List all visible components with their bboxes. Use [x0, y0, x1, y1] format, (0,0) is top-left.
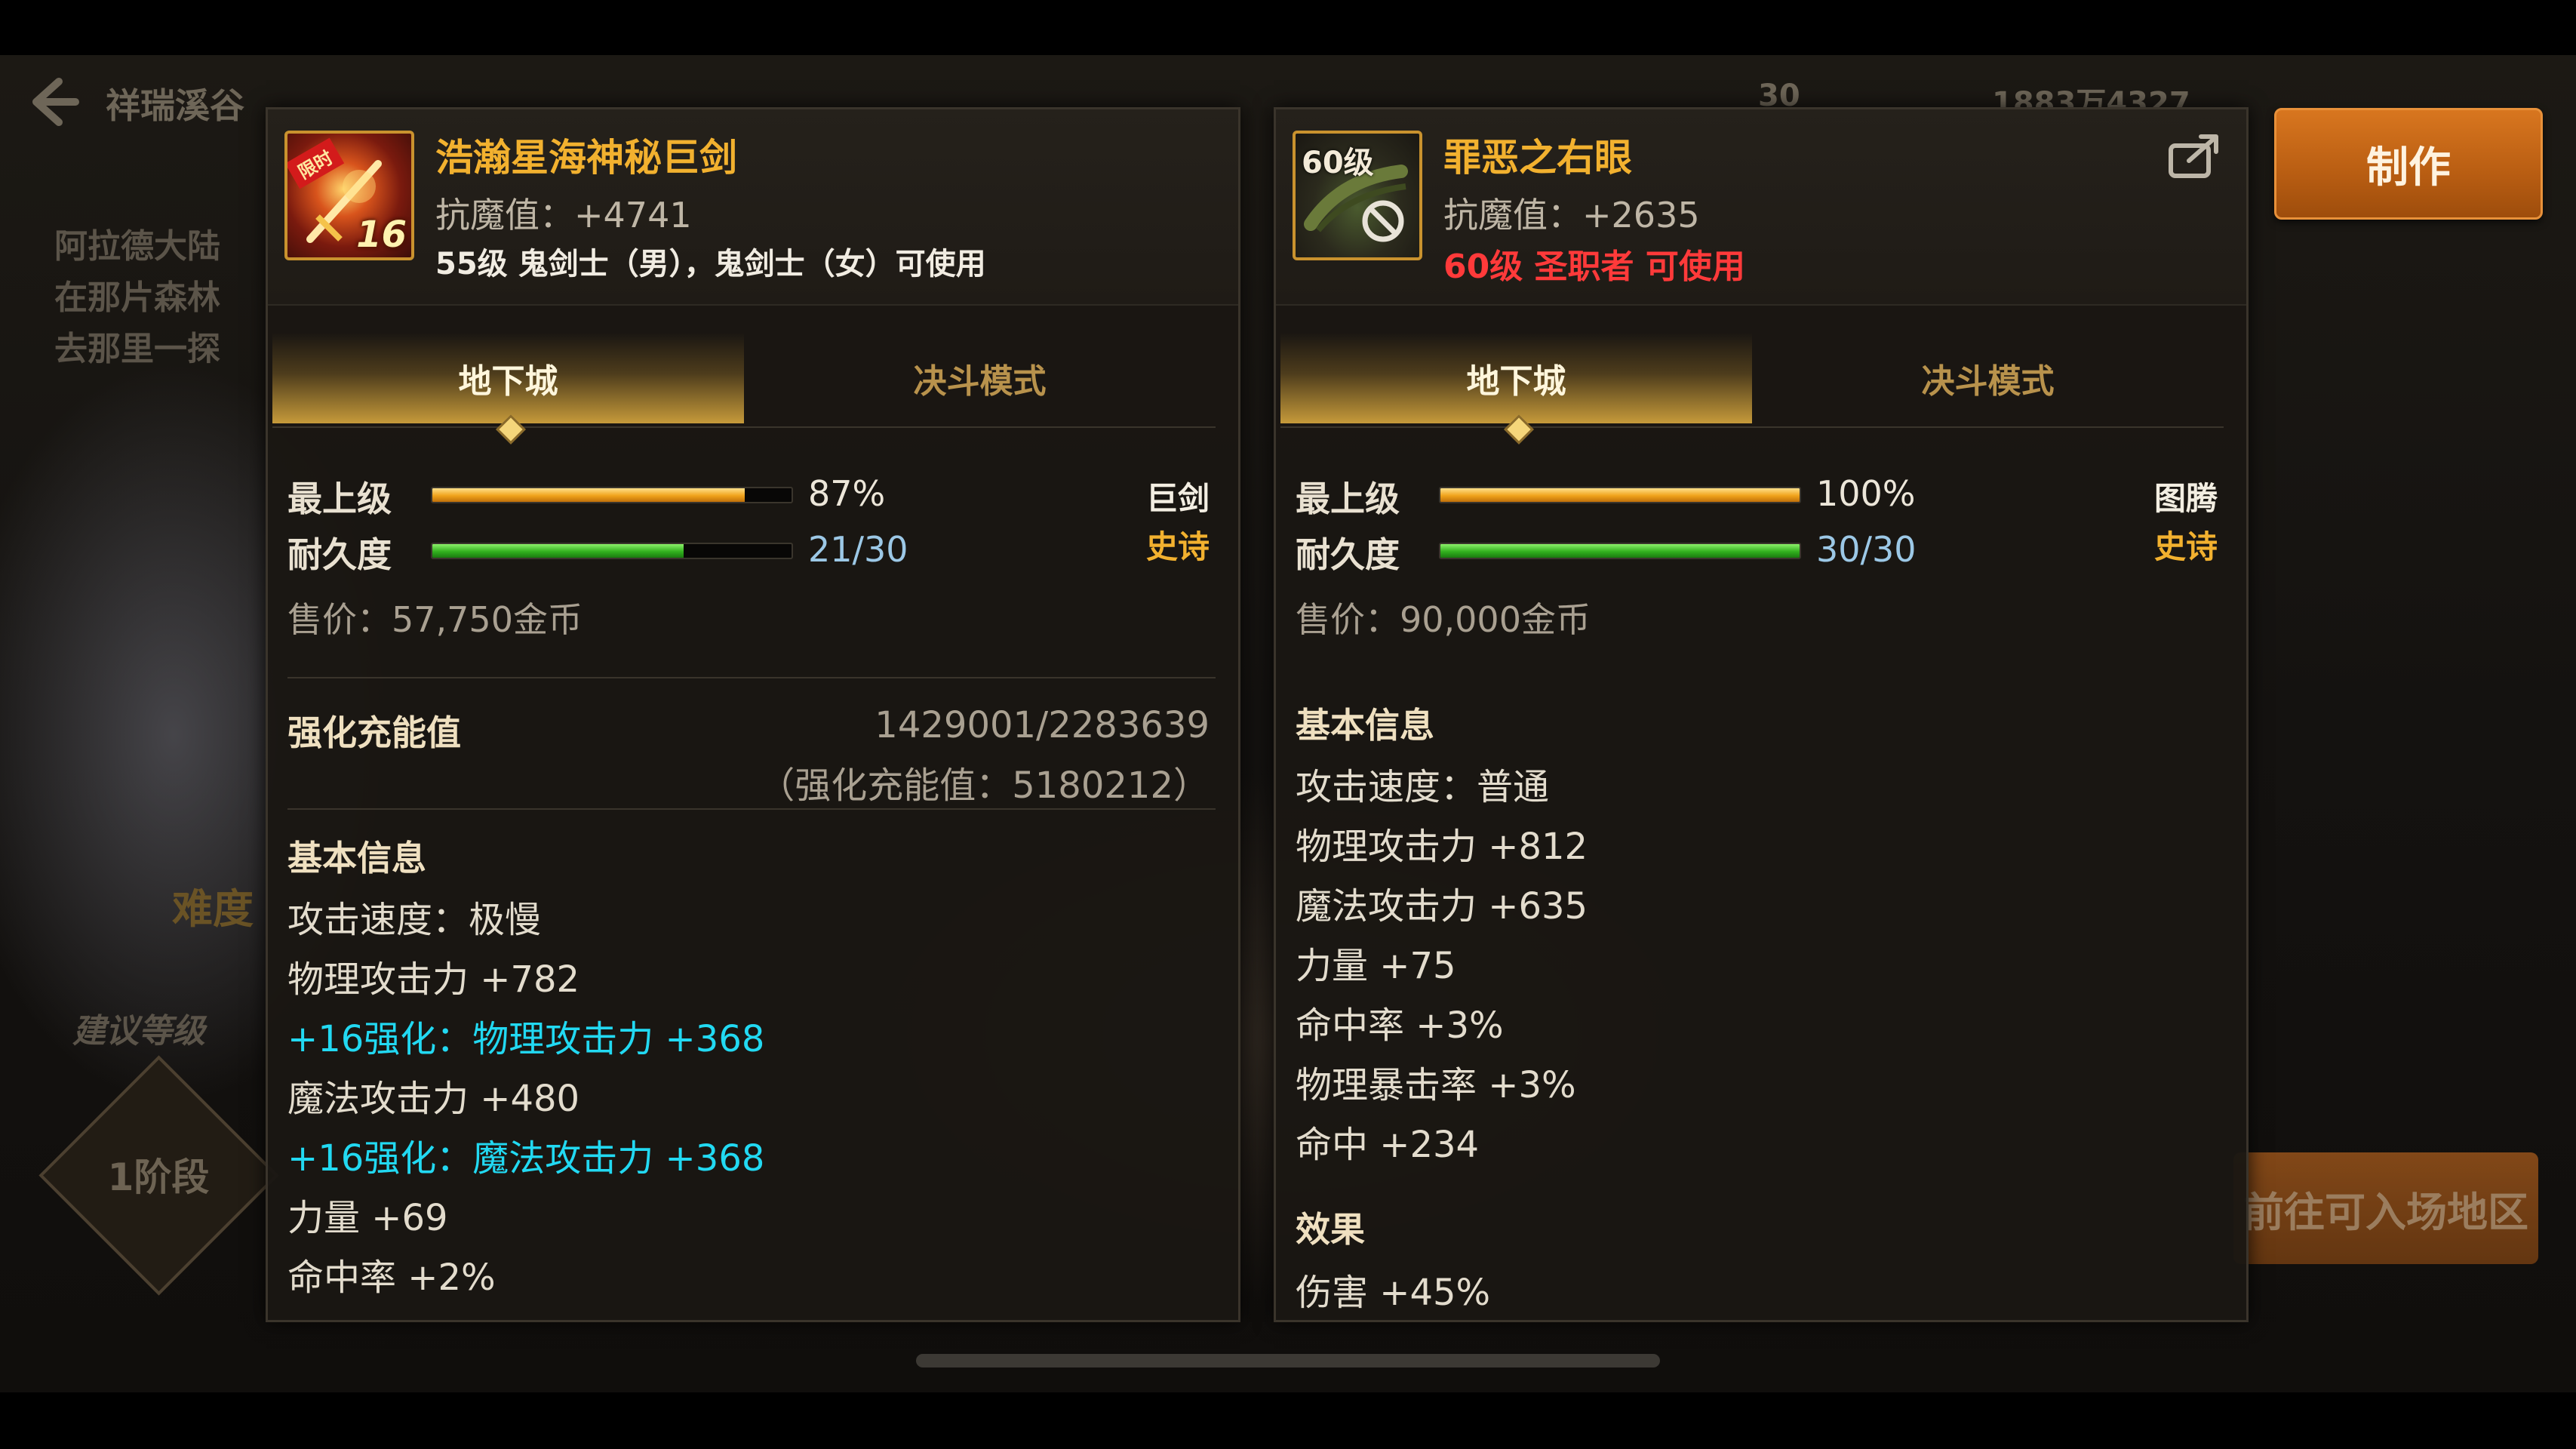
stat-row-grade: 最上级 87%	[287, 472, 891, 519]
item-name: 罪恶之右眼	[1443, 136, 1632, 180]
tab-duel[interactable]: 决斗模式	[1752, 333, 2224, 423]
stat-value: 100%	[1816, 473, 1916, 514]
left-item-tooltip: 限时 16 浩瀚星海神秘巨剑 抗魔值：+4741 55级 鬼剑士（男），鬼剑士（…	[266, 107, 1240, 1322]
item-type: 巨剑	[1145, 480, 1210, 517]
stat-value: 21/30	[808, 529, 908, 570]
forbidden-icon	[1362, 200, 1404, 242]
durability-bar-fill	[432, 544, 684, 558]
share-export-icon[interactable]	[2166, 132, 2222, 180]
goto-area-button[interactable]: 前往可入场地区	[2233, 1152, 2538, 1264]
effect-title: 效果	[1296, 1209, 1365, 1250]
tab-dungeon[interactable]: 地下城	[1280, 333, 1752, 423]
item-type: 图腾	[2153, 480, 2218, 517]
stat-line: 命中率 +3%	[1296, 1004, 1504, 1047]
item-name: 浩瀚星海神秘巨剑	[435, 136, 737, 180]
cursed-eye-item-icon: 60级	[1293, 131, 1422, 260]
stat-line: 力量 +69	[287, 1197, 448, 1239]
right-item-header: 60级 罪恶之右眼 抗魔值：+2635 60级 圣职者 可使用	[1276, 109, 2246, 306]
item-resist: 抗魔值：+4741	[435, 195, 692, 235]
location-title: 祥瑞溪谷	[106, 85, 244, 126]
bg-description-line-2: 在那片森林	[54, 278, 220, 317]
durability-bar	[431, 543, 793, 559]
sword-item-icon: 限时 16	[284, 131, 414, 260]
item-price: 售价：57,750金币	[287, 599, 583, 640]
stat-label: 耐久度	[1296, 534, 1400, 575]
item-resist: 抗魔值：+2635	[1443, 195, 1700, 235]
item-rarity: 史诗	[2153, 528, 2218, 565]
grade-bar	[431, 487, 793, 503]
divider	[287, 808, 1216, 810]
stat-label: 最上级	[287, 478, 392, 519]
back-arrow-icon[interactable]	[24, 74, 80, 130]
grade-bar-fill	[432, 488, 745, 502]
effect-line: 伤害 +45%	[1296, 1272, 1491, 1314]
stat-line: 物理攻击力 +812	[1296, 826, 1588, 868]
stat-row-durability: 耐久度 30/30	[1296, 528, 1917, 575]
reinforce-value: 1429001/2283639	[875, 704, 1210, 746]
tab-dungeon[interactable]: 地下城	[272, 333, 744, 423]
mode-tabs: 地下城 决斗模式	[1280, 333, 2224, 445]
reinforce-stat-line: +16强化：魔法攻击力 +368	[287, 1137, 765, 1180]
basic-info-title: 基本信息	[287, 838, 426, 878]
reinforce-badge: 16	[356, 214, 407, 256]
stat-line: 命中 +234	[1296, 1124, 1480, 1166]
stat-line: 魔法攻击力 +635	[1296, 885, 1588, 928]
stat-value: 30/30	[1816, 529, 1917, 570]
stat-row-grade: 最上级 100%	[1296, 472, 1916, 519]
stat-line: 命中率 +2%	[287, 1257, 496, 1299]
home-indicator-bar[interactable]	[916, 1354, 1660, 1367]
basic-info-title: 基本信息	[1296, 705, 1434, 746]
reinforce-sub: （强化充能值：5180212）	[758, 764, 1210, 807]
durability-bar-fill	[1440, 544, 1800, 558]
item-rarity: 史诗	[1145, 528, 1210, 565]
right-item-tooltip: 60级 罪恶之右眼 抗魔值：+2635 60级 圣职者 可使用 地下城 决斗模式…	[1274, 107, 2249, 1322]
stat-line: 力量 +75	[1296, 945, 1456, 987]
stat-line: 攻击速度：极慢	[287, 899, 542, 941]
stat-value: 87%	[808, 473, 886, 514]
bg-description-line-1: 阿拉德大陆	[54, 227, 220, 266]
bg-description-line-3: 去那里一探	[54, 330, 220, 368]
stage-label: 1阶段	[107, 1155, 210, 1199]
grade-bar	[1439, 487, 1801, 503]
item-usable-classes: 60级 圣职者 可使用	[1443, 248, 1745, 286]
tab-duel[interactable]: 决斗模式	[744, 333, 1216, 423]
item-level-badge: 60级	[1302, 146, 1374, 180]
stat-line: 物理攻击力 +782	[287, 958, 580, 1001]
left-item-header: 限时 16 浩瀚星海神秘巨剑 抗魔值：+4741 55级 鬼剑士（男），鬼剑士（…	[268, 109, 1238, 306]
make-button[interactable]: 制作	[2274, 108, 2543, 220]
difficulty-label: 难度	[172, 885, 254, 933]
mode-tabs: 地下城 决斗模式	[272, 333, 1216, 445]
stat-line: 攻击速度：普通	[1296, 766, 1550, 808]
grade-bar-fill	[1440, 488, 1800, 502]
stat-row-durability: 耐久度 21/30	[287, 528, 908, 575]
stat-label: 最上级	[1296, 478, 1400, 519]
stat-line: 物理暴击率 +3%	[1296, 1064, 1576, 1106]
divider	[287, 677, 1216, 678]
reinforce-stat-line: +16强化：物理攻击力 +368	[287, 1018, 765, 1060]
durability-bar	[1439, 543, 1801, 559]
item-price: 售价：90,000金币	[1296, 599, 1591, 640]
reinforce-title: 强化充能值	[287, 712, 461, 753]
suggested-level-label: 建议等级	[72, 1012, 205, 1051]
stat-label: 耐久度	[287, 534, 392, 575]
stat-line: 魔法攻击力 +480	[287, 1078, 580, 1120]
item-usable-classes: 55级 鬼剑士（男），鬼剑士（女）可使用	[435, 247, 986, 281]
